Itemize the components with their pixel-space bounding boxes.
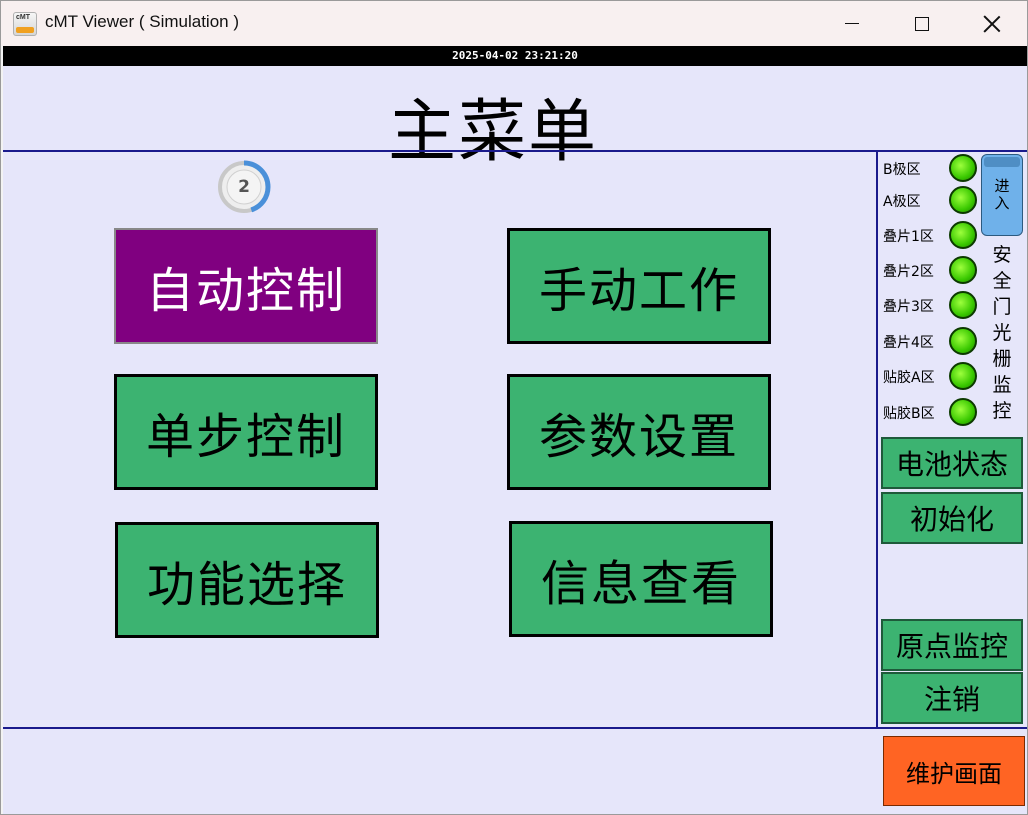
maximize-icon	[915, 16, 929, 31]
parameter-settings-button[interactable]: 参数设置	[507, 374, 771, 490]
divider-bottom	[3, 727, 1027, 729]
app-logo-text: cMT	[16, 14, 30, 21]
datetime-display: 2025-04-02 23:21:20	[3, 46, 1027, 66]
progress-indicator: 2	[217, 160, 271, 214]
auto-control-button[interactable]: 自动控制	[114, 228, 378, 344]
zone-label: A极区	[883, 194, 921, 210]
initialize-button[interactable]: 初始化	[881, 492, 1023, 544]
zone-row-stack-3: 叠片3区	[881, 289, 981, 321]
zone-row-a-pole: A极区	[881, 184, 981, 216]
minimize-button[interactable]	[817, 1, 887, 46]
zone-label: 叠片1区	[883, 229, 934, 245]
battery-status-button[interactable]: 电池状态	[881, 437, 1023, 489]
enter-label-1: 进	[994, 177, 1010, 195]
zone-label: 叠片2区	[883, 264, 934, 280]
app-window: cMT cMT Viewer ( Simulation ) 2025-04-02…	[0, 0, 1028, 815]
app-logo-icon: cMT	[13, 12, 37, 36]
zone-row-tape-a: 贴胶A区	[881, 360, 981, 392]
enter-label-2: 入	[994, 194, 1010, 212]
info-view-button[interactable]: 信息查看	[509, 521, 773, 637]
hmi-screen: 2025-04-02 23:21:20 主菜单 2 自动控制 手动工作 单步控制…	[3, 46, 1027, 814]
divider-top	[3, 150, 1027, 152]
safety-door-label: 安全门光栅监控	[992, 244, 1012, 422]
zone-label: 贴胶A区	[883, 370, 935, 386]
zone-label: 叠片3区	[883, 299, 934, 315]
page-title: 主菜单	[387, 93, 598, 172]
status-led-icon	[949, 256, 977, 284]
maintenance-button[interactable]: 维护画面	[883, 736, 1025, 806]
status-led-icon	[949, 186, 977, 214]
zone-row-stack-4: 叠片4区	[881, 325, 981, 357]
zone-label: B极区	[883, 162, 921, 178]
status-led-icon	[949, 398, 977, 426]
status-led-icon	[949, 154, 977, 182]
manual-work-button[interactable]: 手动工作	[507, 228, 771, 344]
single-step-control-button[interactable]: 单步控制	[114, 374, 378, 490]
logout-button[interactable]: 注销	[881, 672, 1023, 724]
title-bar[interactable]: cMT cMT Viewer ( Simulation )	[1, 1, 1027, 46]
minimize-icon	[845, 22, 859, 25]
close-button[interactable]	[957, 1, 1027, 46]
zone-row-tape-b: 贴胶B区	[881, 396, 981, 428]
zone-row-stack-2: 叠片2区	[881, 254, 981, 286]
close-icon	[983, 15, 1001, 33]
status-led-icon	[949, 221, 977, 249]
zone-row-b-pole: B极区	[881, 152, 981, 184]
zone-label: 贴胶B区	[883, 406, 935, 422]
divider-right	[876, 150, 878, 729]
status-led-icon	[949, 362, 977, 390]
maximize-button[interactable]	[887, 1, 957, 46]
status-led-icon	[949, 327, 977, 355]
window-title: cMT Viewer ( Simulation )	[45, 12, 239, 31]
status-led-icon	[949, 291, 977, 319]
zone-label: 叠片4区	[883, 335, 934, 351]
function-select-button[interactable]: 功能选择	[115, 522, 379, 638]
zone-row-stack-1: 叠片1区	[881, 219, 981, 251]
origin-monitor-button[interactable]: 原点监控	[881, 619, 1023, 671]
enter-button[interactable]: 进 入	[981, 154, 1023, 236]
progress-value: 2	[238, 177, 250, 197]
